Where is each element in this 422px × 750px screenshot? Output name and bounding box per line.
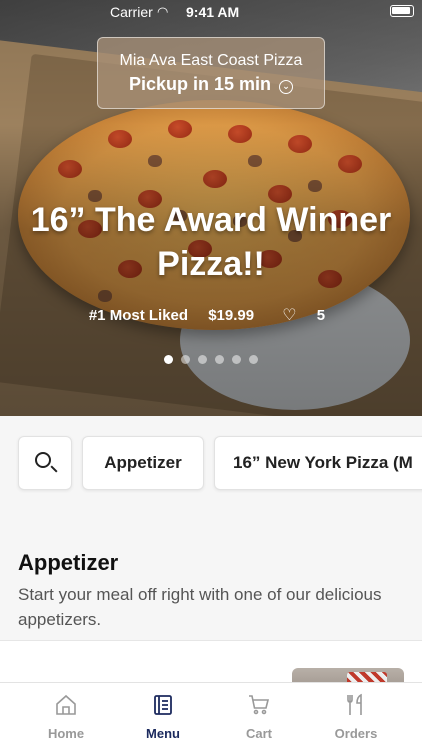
status-bar: Carrier ◠ 9:41 AM <box>0 0 422 24</box>
home-icon <box>56 694 76 715</box>
tab-cart[interactable]: Cart <box>209 683 309 750</box>
carousel-dot[interactable] <box>164 355 173 364</box>
wifi-icon: ◠ <box>157 4 169 19</box>
store-name: Mia Ava East Coast Pizza <box>119 52 303 69</box>
pickup-label: Pickup in 15 min <box>128 74 272 94</box>
carousel-pagination[interactable] <box>0 351 422 369</box>
screen: 16” The Award Winner Pizza!! #1 Most Lik… <box>0 0 422 750</box>
heart-icon: ♡ <box>282 307 297 324</box>
cart-icon <box>249 695 270 715</box>
carousel-dot[interactable] <box>215 355 224 364</box>
menu-section-appetizer: Appetizer Start your meal off right with… <box>0 510 422 640</box>
store-selector-button[interactable]: Mia Ava East Coast Pizza Pickup in 15 mi… <box>97 37 325 109</box>
section-title: Appetizer <box>18 550 119 575</box>
tab-home[interactable]: Home <box>16 683 116 750</box>
carousel-dot[interactable] <box>181 355 190 364</box>
tab-bar: Home Menu Cart Orders <box>0 682 422 750</box>
search-icon <box>35 452 51 468</box>
tab-home-label: Home <box>47 726 85 741</box>
menu-book-icon <box>154 695 172 715</box>
carousel-dot[interactable] <box>232 355 241 364</box>
tab-cart-label: Cart <box>245 726 272 741</box>
category-chip-appetizer[interactable]: Appetizer <box>82 436 204 490</box>
pickup-time: Pickup in 15 min ⌄ <box>98 74 324 95</box>
search-button[interactable] <box>18 436 72 490</box>
battery-icon <box>390 5 414 17</box>
category-strip[interactable]: Appetizer 16” New York Pizza (M <box>0 416 422 510</box>
tab-orders-label: Orders <box>334 726 378 741</box>
category-chip-ny-pizza[interactable]: 16” New York Pizza (M <box>214 436 422 490</box>
hero-title: 16” The Award Winner Pizza!! <box>30 201 392 283</box>
carousel-dot[interactable] <box>249 355 258 364</box>
hero-price: $19.99 <box>208 307 255 324</box>
carousel-dot[interactable] <box>198 355 207 364</box>
carrier-label: Carrier <box>110 4 153 20</box>
likes-count: ♡ 5 <box>274 307 333 324</box>
hero-meta: #1 Most Liked $19.99 ♡ 5 <box>0 305 422 325</box>
tab-menu-label: Menu <box>146 726 180 741</box>
chevron-down-icon: ⌄ <box>279 80 294 94</box>
likes-value: 5 <box>316 307 326 324</box>
most-liked-badge: #1 Most Liked <box>88 307 189 324</box>
tab-orders[interactable]: Orders <box>306 683 406 750</box>
status-time: 9:41 AM <box>186 4 240 20</box>
tab-menu[interactable]: Menu <box>113 683 213 750</box>
utensils-icon <box>347 693 362 715</box>
section-description: Start your meal off right with one of ou… <box>18 585 382 629</box>
